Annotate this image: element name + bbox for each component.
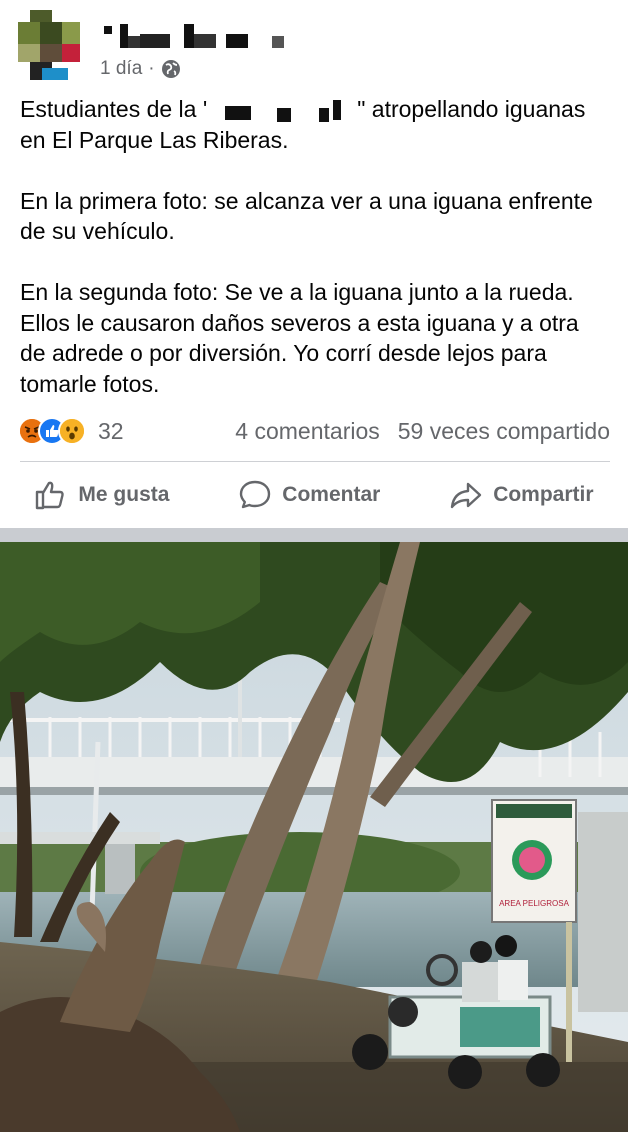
section-separator: [0, 528, 628, 542]
author-name[interactable]: [100, 24, 310, 50]
reaction-count[interactable]: 32: [98, 418, 124, 445]
post-paragraph-2: En la primera foto: se alcanza ver a una…: [20, 187, 593, 245]
share-button-label: Compartir: [493, 483, 594, 506]
meta-separator: ·: [148, 58, 155, 79]
post-header: 1 día ·: [0, 0, 628, 90]
redacted-school: [207, 99, 357, 122]
post-time[interactable]: 1 día: [100, 58, 142, 80]
like-button-label: Me gusta: [78, 483, 170, 506]
wow-icon: [58, 417, 86, 445]
post-stats: 4 comentarios 59 veces compartido: [235, 418, 610, 445]
post-meta: 1 día ·: [100, 58, 181, 80]
post-actions: Me gusta Comentar Compartir: [0, 470, 628, 520]
comment-icon: [240, 480, 271, 509]
comment-button-label: Comentar: [282, 483, 381, 506]
post-text: Estudiantes de la ' " atropellando iguan…: [20, 94, 610, 430]
share-arrow-icon: [450, 482, 482, 509]
sign-text: AREA PELIGROSA: [499, 899, 569, 908]
shares-count[interactable]: 59 veces compartido: [398, 418, 610, 445]
reaction-icons[interactable]: [18, 417, 86, 445]
share-button[interactable]: Compartir: [439, 472, 603, 518]
like-button[interactable]: Me gusta: [24, 472, 179, 518]
park-photo-image: AREA PELIGROSA: [0, 542, 628, 1132]
avatar[interactable]: [18, 10, 82, 82]
post-paragraph-1: Estudiantes de la ' " atropellando iguan…: [20, 94, 610, 155]
divider: [20, 461, 610, 462]
comments-count[interactable]: 4 comentarios: [235, 418, 379, 445]
reactions-bar: 32 4 comentarios 59 veces compartido: [18, 414, 610, 448]
globe-icon[interactable]: [161, 59, 181, 79]
thumbs-up-icon: [36, 481, 65, 510]
comment-button[interactable]: Comentar: [228, 472, 390, 518]
post-p1-before: Estudiantes de la ': [20, 96, 208, 122]
redacted-name: [104, 24, 284, 48]
post-paragraph-3: En la segunda foto: Se ve a la iguana ju…: [20, 279, 579, 397]
post-photo[interactable]: AREA PELIGROSA: [0, 542, 628, 1132]
